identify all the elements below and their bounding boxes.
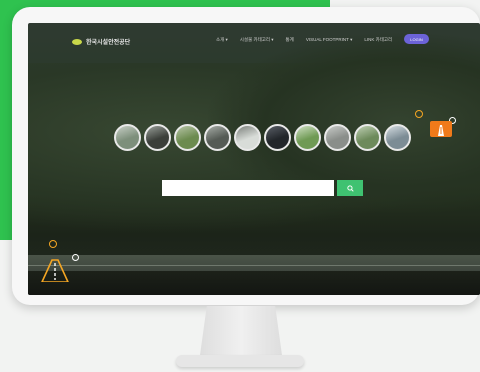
facility-thumbnail-bridge-view[interactable]: [114, 124, 141, 151]
facility-thumbnail-green-trees[interactable]: [294, 124, 321, 151]
facility-thumbnail-road-curve[interactable]: [204, 124, 231, 151]
road-sign-icon: [430, 121, 452, 137]
facility-thumbnail-row: [114, 124, 411, 151]
foreground-trees: [28, 271, 480, 295]
nav-item-about[interactable]: 소개 ▾: [216, 37, 228, 43]
search-bar: [162, 180, 363, 196]
site-logo[interactable]: 한국시설안전공단: [72, 37, 130, 46]
nav-item-visual-footprint[interactable]: VISUAL FOOTPRINT ▾: [306, 37, 353, 43]
search-button[interactable]: [337, 180, 363, 196]
logo-leaf-icon: [72, 38, 82, 45]
monitor-stand-base: [176, 355, 304, 367]
search-input[interactable]: [162, 180, 334, 196]
orange-ring-icon-left: [49, 240, 57, 248]
monitor-frame: 한국시설안전공단 소개 ▾ 시설물 카테고리 ▾ 통계 VISUAL FOOTP…: [12, 7, 480, 305]
nav-menu: 소개 ▾ 시설물 카테고리 ▾ 통계 VISUAL FOOTPRINT ▾ LI…: [216, 37, 392, 43]
nav-item-link-category[interactable]: LINK 카테고리: [364, 37, 392, 43]
nav-item-facility-category[interactable]: 시설물 카테고리 ▾: [240, 37, 274, 43]
orange-ring-icon: [415, 110, 423, 118]
monitor-stand-neck: [199, 306, 283, 358]
website-screen: 한국시설안전공단 소개 ▾ 시설물 카테고리 ▾ 통계 VISUAL FOOTP…: [28, 23, 480, 295]
facility-thumbnail-highway[interactable]: [384, 124, 411, 151]
top-navigation: 한국시설안전공단 소개 ▾ 시설물 카테고리 ▾ 통계 VISUAL FOOTP…: [28, 23, 480, 51]
facility-thumbnail-tunnel-view[interactable]: [144, 124, 171, 151]
nav-item-statistics[interactable]: 통계: [286, 37, 294, 43]
facility-thumbnail-forest-road[interactable]: [174, 124, 201, 151]
white-ring-icon-left: [72, 254, 79, 261]
facility-thumbnail-tunnel-white[interactable]: [234, 124, 261, 151]
facility-thumbnail-dark-tunnel[interactable]: [264, 124, 291, 151]
facility-thumbnail-mountain-bridge[interactable]: [354, 124, 381, 151]
search-icon: [346, 184, 354, 192]
road-perspective-icon: [40, 256, 70, 283]
road-lane-line: [28, 265, 480, 266]
facility-thumbnail-gray-structure[interactable]: [324, 124, 351, 151]
logo-text: 한국시설안전공단: [86, 40, 131, 46]
login-button[interactable]: LOGIN: [404, 34, 429, 44]
